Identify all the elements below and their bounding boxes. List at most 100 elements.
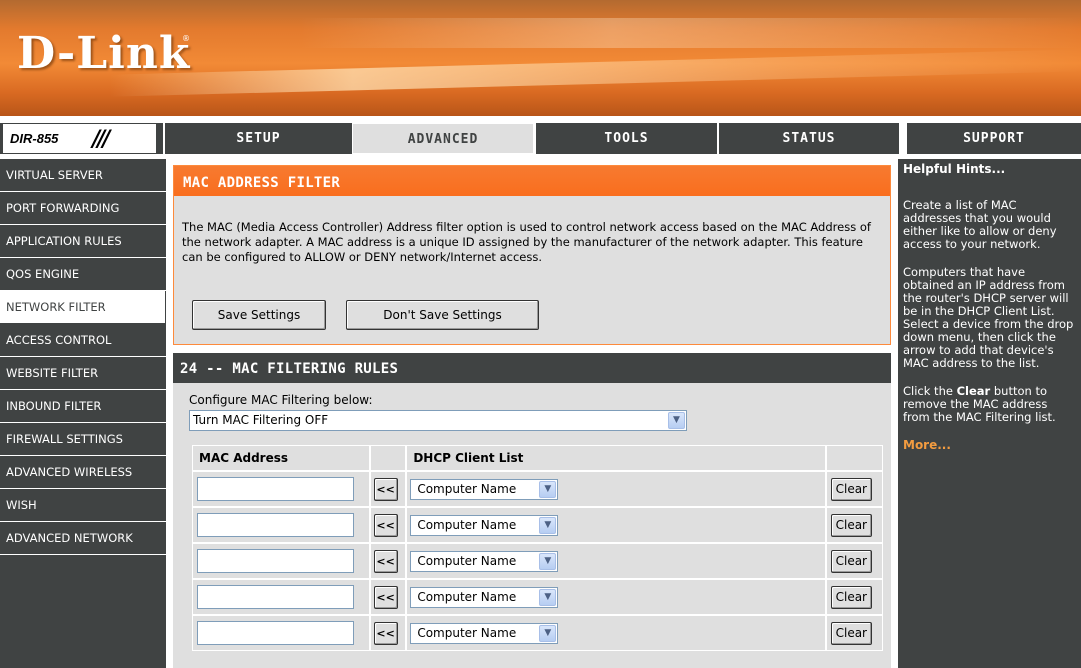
mac-cell bbox=[192, 507, 370, 543]
col-header-arrow bbox=[369, 445, 407, 471]
model-name: DIR-855 bbox=[10, 131, 59, 146]
mac-address-input[interactable] bbox=[197, 477, 354, 501]
mac-cell bbox=[192, 471, 370, 507]
tab-status[interactable]: STATUS bbox=[717, 123, 899, 154]
dlink-logo: D-Link bbox=[17, 28, 191, 79]
top-nav: DIR-855 /// SETUP ADVANCED TOOLS STATUS … bbox=[0, 123, 1081, 154]
sidebar-item-application-rules[interactable]: APPLICATION RULES bbox=[0, 225, 166, 258]
helpful-hints-panel: Helpful Hints... Create a list of MAC ad… bbox=[898, 159, 1081, 668]
dhcp-client-select[interactable]: Computer Name ▼ bbox=[410, 622, 559, 644]
clear-cell: Clear bbox=[825, 615, 883, 651]
table-row: << Computer Name ▼ Clear bbox=[192, 543, 883, 579]
table-row: << Computer Name ▼ Clear bbox=[192, 579, 883, 615]
arrow-cell: << bbox=[369, 615, 407, 651]
col-header-clear bbox=[825, 445, 883, 471]
hint-paragraph-2: Computers that have obtained an IP addre… bbox=[903, 265, 1074, 370]
mac-address-input[interactable] bbox=[197, 621, 354, 645]
clear-cell: Clear bbox=[825, 471, 883, 507]
tab-tools[interactable]: TOOLS bbox=[534, 123, 717, 154]
clear-button[interactable]: Clear bbox=[830, 585, 872, 609]
col-header-mac: MAC Address bbox=[192, 445, 370, 471]
hints-title: Helpful Hints... bbox=[903, 162, 1006, 176]
sidebar-item-virtual-server[interactable]: VIRTUAL SERVER bbox=[0, 159, 166, 192]
mac-filtering-mode-select[interactable]: Turn MAC Filtering OFF ▼ bbox=[189, 410, 687, 431]
dhcp-cell: Computer Name ▼ bbox=[406, 615, 826, 651]
clear-button[interactable]: Clear bbox=[830, 513, 872, 537]
config-label: Configure MAC Filtering below: bbox=[189, 393, 373, 407]
dhcp-cell: Computer Name ▼ bbox=[406, 471, 826, 507]
clear-button[interactable]: Clear bbox=[830, 477, 872, 501]
sidebar-item-website-filter[interactable]: WEBSITE FILTER bbox=[0, 357, 166, 390]
sidebar-item-advanced-network[interactable]: ADVANCED NETWORK bbox=[0, 522, 166, 555]
panel-title: MAC ADDRESS FILTER bbox=[174, 166, 890, 196]
select-value: Computer Name bbox=[417, 589, 517, 604]
copy-mac-button[interactable]: << bbox=[373, 513, 398, 537]
sidebar-item-network-filter[interactable]: NETWORK FILTER bbox=[0, 291, 166, 324]
rules-title: 24 -- MAC FILTERING RULES bbox=[173, 353, 891, 383]
select-value: Computer Name bbox=[417, 553, 517, 568]
chevron-down-icon[interactable]: ▼ bbox=[539, 516, 557, 534]
table-header-row: MAC Address DHCP Client List bbox=[192, 445, 883, 471]
mac-cell bbox=[192, 579, 370, 615]
copy-mac-button[interactable]: << bbox=[373, 549, 398, 573]
model-slashes: /// bbox=[92, 126, 110, 152]
hint-bold: Clear bbox=[956, 384, 991, 398]
chevron-down-icon[interactable]: ▼ bbox=[539, 624, 557, 642]
main-content: MAC ADDRESS FILTER The MAC (Media Access… bbox=[166, 159, 898, 668]
hint-text: Click the bbox=[903, 384, 957, 398]
sidebar-item-access-control[interactable]: ACCESS CONTROL bbox=[0, 324, 166, 357]
chevron-down-icon[interactable]: ▼ bbox=[668, 412, 685, 429]
tab-support[interactable]: SUPPORT bbox=[899, 123, 1081, 154]
sidebar: VIRTUAL SERVER PORT FORWARDING APPLICATI… bbox=[0, 159, 166, 668]
sidebar-item-advanced-wireless[interactable]: ADVANCED WIRELESS bbox=[0, 456, 166, 489]
sidebar-item-qos-engine[interactable]: QOS ENGINE bbox=[0, 258, 166, 291]
mac-address-input[interactable] bbox=[197, 513, 354, 537]
copy-mac-button[interactable]: << bbox=[373, 585, 398, 609]
more-link[interactable]: More... bbox=[903, 439, 1076, 452]
dhcp-client-select[interactable]: Computer Name ▼ bbox=[410, 514, 559, 536]
sidebar-item-inbound-filter[interactable]: INBOUND FILTER bbox=[0, 390, 166, 423]
mac-cell bbox=[192, 543, 370, 579]
button-row: Save Settings Don't Save Settings bbox=[192, 300, 539, 330]
model-badge: DIR-855 /// bbox=[2, 123, 157, 154]
clear-button[interactable]: Clear bbox=[830, 549, 872, 573]
chevron-down-icon[interactable]: ▼ bbox=[539, 588, 557, 606]
banner-light-streak bbox=[110, 49, 1081, 97]
dhcp-client-select[interactable]: Computer Name ▼ bbox=[410, 478, 559, 500]
sidebar-item-wish[interactable]: WISH bbox=[0, 489, 166, 522]
table-row: << Computer Name ▼ Clear bbox=[192, 471, 883, 507]
panel-description: The MAC (Media Access Controller) Addres… bbox=[182, 220, 871, 264]
table-row: << Computer Name ▼ Clear bbox=[192, 615, 883, 651]
chevron-down-icon[interactable]: ▼ bbox=[539, 480, 557, 498]
tab-setup[interactable]: SETUP bbox=[163, 123, 352, 154]
select-value: Computer Name bbox=[417, 481, 517, 496]
mac-filter-panel: MAC ADDRESS FILTER The MAC (Media Access… bbox=[173, 165, 891, 345]
clear-cell: Clear bbox=[825, 507, 883, 543]
copy-mac-button[interactable]: << bbox=[373, 477, 398, 501]
banner-light-streak bbox=[300, 18, 1081, 48]
copy-mac-button[interactable]: << bbox=[373, 621, 398, 645]
dhcp-client-select[interactable]: Computer Name ▼ bbox=[410, 586, 559, 608]
mac-address-input[interactable] bbox=[197, 585, 354, 609]
dhcp-cell: Computer Name ▼ bbox=[406, 507, 826, 543]
dont-save-settings-button[interactable]: Don't Save Settings bbox=[346, 300, 539, 330]
sidebar-item-port-forwarding[interactable]: PORT FORWARDING bbox=[0, 192, 166, 225]
dhcp-cell: Computer Name ▼ bbox=[406, 543, 826, 579]
clear-cell: Clear bbox=[825, 543, 883, 579]
select-value: Turn MAC Filtering OFF bbox=[193, 413, 329, 427]
header-banner: D-Link ® bbox=[0, 0, 1081, 116]
clear-button[interactable]: Clear bbox=[830, 621, 872, 645]
mac-rules-table: MAC Address DHCP Client List << Computer … bbox=[192, 445, 883, 651]
col-header-dhcp: DHCP Client List bbox=[406, 445, 826, 471]
chevron-down-icon[interactable]: ▼ bbox=[539, 552, 557, 570]
arrow-cell: << bbox=[369, 507, 407, 543]
dhcp-client-select[interactable]: Computer Name ▼ bbox=[410, 550, 559, 572]
mac-cell bbox=[192, 615, 370, 651]
mac-rules-panel: 24 -- MAC FILTERING RULES Configure MAC … bbox=[173, 353, 891, 668]
sidebar-item-firewall-settings[interactable]: FIREWALL SETTINGS bbox=[0, 423, 166, 456]
mac-address-input[interactable] bbox=[197, 549, 354, 573]
save-settings-button[interactable]: Save Settings bbox=[192, 300, 326, 330]
tab-advanced[interactable]: ADVANCED bbox=[352, 123, 534, 154]
hint-paragraph-1: Create a list of MAC addresses that you … bbox=[903, 198, 1057, 251]
table-row: << Computer Name ▼ Clear bbox=[192, 507, 883, 543]
